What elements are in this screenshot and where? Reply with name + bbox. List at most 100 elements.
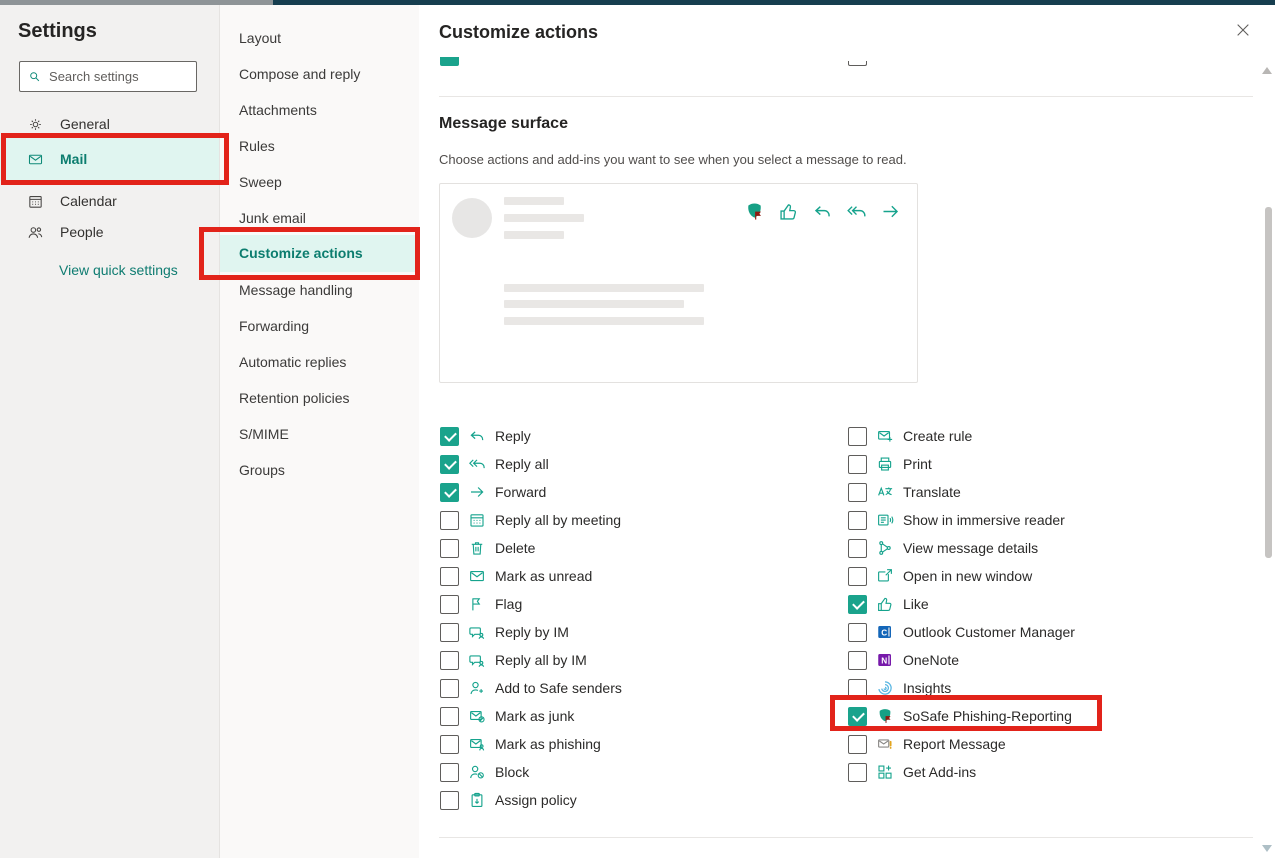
action-list-right: Create rule Print Translate Show in imme… — [848, 422, 1248, 786]
action-row-sosafe-phishing-reporting[interactable]: SoSafe Phishing-Reporting — [848, 702, 1248, 730]
checkbox[interactable] — [440, 707, 459, 726]
checkbox[interactable] — [848, 567, 867, 586]
like-icon — [876, 595, 894, 613]
checkbox[interactable] — [440, 511, 459, 530]
subnav-item-layout[interactable]: Layout — [220, 20, 420, 56]
im-icon — [468, 651, 486, 669]
action-row-delete[interactable]: Delete — [440, 534, 830, 562]
checkbox[interactable] — [440, 455, 459, 474]
action-row-onenote[interactable]: OneNote — [848, 646, 1248, 674]
checkbox[interactable] — [848, 735, 867, 754]
checkbox[interactable] — [440, 735, 459, 754]
close-icon[interactable] — [1235, 22, 1255, 42]
search-input[interactable] — [49, 69, 188, 84]
im-icon — [468, 623, 486, 641]
action-row-print[interactable]: Print — [848, 450, 1248, 478]
checkbox[interactable] — [848, 455, 867, 474]
clipboard-icon — [468, 791, 486, 809]
checkbox[interactable] — [440, 679, 459, 698]
action-row-mark-as-junk[interactable]: Mark as junk — [440, 702, 830, 730]
subnav-item-rules[interactable]: Rules — [220, 128, 420, 164]
search-settings-box[interactable] — [19, 61, 197, 92]
checkbox[interactable] — [440, 567, 459, 586]
action-row-block[interactable]: Block — [440, 758, 830, 786]
action-row-view-message-details[interactable]: View message details — [848, 534, 1248, 562]
page-title: Customize actions — [439, 22, 598, 43]
subnav-item-automatic-replies[interactable]: Automatic replies — [220, 344, 420, 380]
action-row-reply-all[interactable]: Reply all — [440, 450, 830, 478]
checkbox[interactable] — [848, 623, 867, 642]
checkbox[interactable] — [440, 651, 459, 670]
action-label: Print — [903, 456, 932, 472]
action-row-like[interactable]: Like — [848, 590, 1248, 618]
view-quick-settings-link[interactable]: View quick settings — [59, 262, 178, 278]
subnav-item-compose-and-reply[interactable]: Compose and reply — [220, 56, 420, 92]
window-icon — [876, 567, 894, 585]
checkbox[interactable] — [440, 427, 459, 446]
checkbox[interactable] — [848, 539, 867, 558]
action-row-forward[interactable]: Forward — [440, 478, 830, 506]
action-label: Block — [495, 764, 529, 780]
sidebar-item-people[interactable]: People — [0, 214, 219, 250]
action-label: Forward — [495, 484, 546, 500]
scrollbar-thumb[interactable] — [1265, 207, 1272, 558]
action-label: Create rule — [903, 428, 972, 444]
forward-icon — [468, 483, 486, 501]
checkbox[interactable] — [848, 651, 867, 670]
skeleton-line — [504, 284, 704, 292]
checkbox[interactable] — [848, 427, 867, 446]
action-row-get-add-ins[interactable]: Get Add-ins — [848, 758, 1248, 786]
subnav-item-junk-email[interactable]: Junk email — [220, 200, 420, 236]
action-row-report-message[interactable]: Report Message — [848, 730, 1248, 758]
subnav-item-customize-actions[interactable]: Customize actions — [220, 235, 416, 272]
action-row-add-to-safe-senders[interactable]: Add to Safe senders — [440, 674, 830, 702]
subnav-item-attachments[interactable]: Attachments — [220, 92, 420, 128]
subnav-item-sweep[interactable]: Sweep — [220, 164, 420, 200]
subnav-item-smime[interactable]: S/MIME — [220, 416, 420, 452]
trash-icon — [468, 539, 486, 557]
action-row-assign-policy[interactable]: Assign policy — [440, 786, 830, 814]
checkbox[interactable] — [440, 595, 459, 614]
action-label: Reply all by IM — [495, 652, 587, 668]
scrollbar[interactable] — [1259, 55, 1275, 858]
scroll-up-arrow-icon[interactable] — [1262, 67, 1272, 74]
checkbox[interactable] — [848, 707, 867, 726]
subnav-item-retention-policies[interactable]: Retention policies — [220, 380, 420, 416]
preview-action-toolbar — [744, 201, 901, 222]
reply-icon[interactable] — [812, 201, 833, 222]
action-row-show-in-immersive-reader[interactable]: Show in immersive reader — [848, 506, 1248, 534]
action-row-reply-all-by-meeting[interactable]: Reply all by meeting — [440, 506, 830, 534]
subnav-item-message-handling[interactable]: Message handling — [220, 272, 420, 308]
action-row-translate[interactable]: Translate — [848, 478, 1248, 506]
action-row-outlook-customer-manager[interactable]: Outlook Customer Manager — [848, 618, 1248, 646]
phishing-icon — [468, 735, 486, 753]
action-row-create-rule[interactable]: Create rule — [848, 422, 1248, 450]
checkbox[interactable] — [848, 763, 867, 782]
scroll-down-arrow-icon[interactable] — [1262, 845, 1272, 852]
checkbox[interactable] — [848, 483, 867, 502]
checkbox[interactable] — [440, 539, 459, 558]
action-row-insights[interactable]: Insights — [848, 674, 1248, 702]
checkbox[interactable] — [440, 791, 459, 810]
checkbox[interactable] — [440, 623, 459, 642]
sidebar-item-mail[interactable]: Mail — [0, 137, 219, 181]
subnav-item-groups[interactable]: Groups — [220, 452, 420, 488]
checkbox[interactable] — [440, 483, 459, 502]
like-icon[interactable] — [778, 201, 799, 222]
reply-all-icon[interactable] — [846, 201, 867, 222]
search-icon — [28, 69, 41, 84]
checkbox[interactable] — [848, 595, 867, 614]
action-row-reply-all-by-im[interactable]: Reply all by IM — [440, 646, 830, 674]
action-row-open-in-new-window[interactable]: Open in new window — [848, 562, 1248, 590]
checkbox[interactable] — [848, 679, 867, 698]
subnav-item-forwarding[interactable]: Forwarding — [220, 308, 420, 344]
checkbox[interactable] — [440, 763, 459, 782]
action-row-reply[interactable]: Reply — [440, 422, 830, 450]
sosafe-icon[interactable] — [744, 201, 765, 222]
action-row-reply-by-im[interactable]: Reply by IM — [440, 618, 830, 646]
action-row-flag[interactable]: Flag — [440, 590, 830, 618]
forward-icon[interactable] — [880, 201, 901, 222]
action-row-mark-as-phishing[interactable]: Mark as phishing — [440, 730, 830, 758]
checkbox[interactable] — [848, 511, 867, 530]
action-row-mark-as-unread[interactable]: Mark as unread — [440, 562, 830, 590]
